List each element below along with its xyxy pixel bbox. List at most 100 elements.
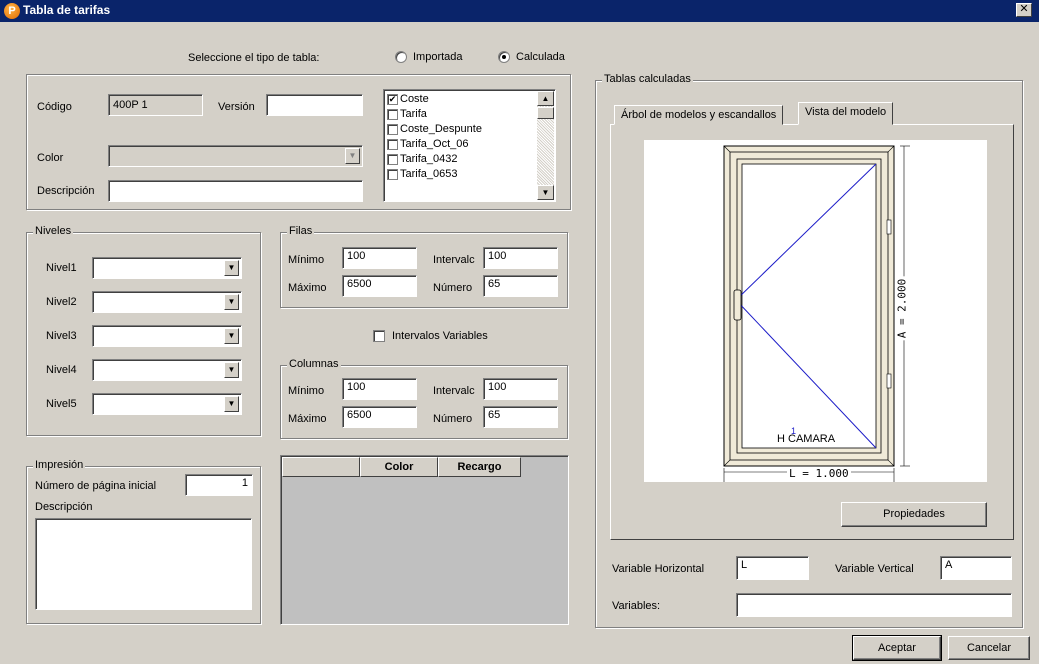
tariff-checkbox[interactable]	[387, 109, 398, 120]
columnas-intervalo-field[interactable]: 100	[483, 378, 558, 400]
pagina-inicial-field[interactable]: 1	[185, 474, 253, 496]
nivel-label: Nivel4	[46, 364, 77, 376]
tariff-checkbox[interactable]: ✔	[387, 94, 398, 105]
impresion-title: Impresión	[33, 459, 86, 471]
nivel-combobox[interactable]: ▼	[92, 393, 242, 415]
glass-marker: 1	[791, 426, 797, 436]
aceptar-button[interactable]: Aceptar	[852, 635, 942, 661]
model-preview: H CAMARA 1 L = 1.000 A = 2.000	[644, 140, 987, 482]
nivel-label: Nivel2	[46, 296, 77, 308]
variable-horizontal-field[interactable]: L	[736, 556, 809, 580]
grid-header-recargo[interactable]: Recargo	[438, 457, 521, 477]
chevron-down-icon[interactable]: ▼	[224, 362, 239, 378]
glass-label: H CAMARA	[777, 433, 836, 445]
impresion-descripcion-field[interactable]	[35, 518, 252, 610]
radio-importada-button[interactable]	[395, 51, 407, 63]
radio-calculada-label: Calculada	[516, 51, 565, 63]
color-label: Color	[37, 152, 64, 164]
variables-label: Variables:	[612, 600, 661, 612]
nivel-combobox[interactable]: ▼	[92, 359, 242, 381]
tariff-checkbox[interactable]	[387, 154, 398, 165]
title-bar: P Tabla de tarifas ✕	[0, 0, 1039, 22]
tariff-label: Coste_Despunte	[400, 123, 482, 135]
close-button[interactable]: ✕	[1016, 3, 1032, 17]
intervalos-variables-box[interactable]	[373, 330, 385, 342]
nivel-label: Nivel1	[46, 262, 77, 274]
propiedades-button[interactable]: Propiedades	[841, 502, 987, 527]
nivel-label: Nivel3	[46, 330, 77, 342]
filas-intervalo-field[interactable]: 100	[483, 247, 558, 269]
chevron-down-icon[interactable]: ▼	[224, 260, 239, 276]
columnas-minimo-label: Mínimo	[288, 385, 325, 397]
color-combobox: ▼	[108, 145, 363, 167]
columnas-numero-label: Número	[433, 413, 473, 425]
descripcion-label: Descripción	[37, 185, 95, 197]
filas-minimo-field[interactable]: 100	[342, 247, 417, 269]
tariff-label: Tarifa	[400, 108, 427, 120]
chevron-down-icon[interactable]: ▼	[224, 294, 239, 310]
width-dimension-label: L = 1.000	[787, 467, 851, 480]
tab-vista-modelo[interactable]: Vista del modelo	[798, 102, 894, 125]
radio-calculada-button[interactable]	[498, 51, 510, 63]
scroll-down-icon[interactable]: ▼	[537, 185, 554, 200]
niveles-title: Niveles	[33, 225, 74, 237]
radio-importada-label: Importada	[413, 51, 463, 63]
recargo-grid[interactable]: Color Recargo	[280, 455, 569, 625]
variables-field[interactable]	[736, 593, 1012, 617]
version-label: Versión	[218, 101, 255, 113]
height-dimension-label: A = 2.000	[895, 276, 909, 341]
scroll-up-icon[interactable]: ▲	[537, 91, 554, 106]
filas-numero-field[interactable]: 65	[483, 275, 558, 297]
table-type-label: Seleccione el tipo de tabla:	[188, 52, 320, 64]
variable-vertical-label: Variable Vertical	[835, 563, 914, 575]
columnas-intervalo-label: Intervalc	[433, 385, 475, 397]
tariff-label: Tarifa_0653	[400, 168, 458, 180]
columnas-minimo-field[interactable]: 100	[342, 378, 417, 400]
nivel-label: Nivel5	[46, 398, 77, 410]
descripcion-field[interactable]	[108, 180, 363, 202]
tariff-label: Tarifa_0432	[400, 153, 458, 165]
radio-calculada[interactable]: Calculada	[498, 50, 578, 66]
filas-maximo-field[interactable]: 6500	[342, 275, 417, 297]
nivel-combobox[interactable]: ▼	[92, 291, 242, 313]
filas-minimo-label: Mínimo	[288, 254, 325, 266]
chevron-down-icon[interactable]: ▼	[224, 328, 239, 344]
filas-intervalo-label: Intervalc	[433, 254, 475, 266]
tariff-label: Tarifa_Oct_06	[400, 138, 469, 150]
impresion-descripcion-label: Descripción	[35, 501, 93, 513]
grid-header-color[interactable]: Color	[360, 457, 438, 477]
window-title: Tabla de tarifas	[23, 3, 111, 17]
columnas-numero-field[interactable]: 65	[483, 406, 558, 428]
app-logo-icon: P	[4, 3, 20, 19]
tablas-calculadas-title: Tablas calculadas	[602, 73, 693, 85]
columnas-maximo-field[interactable]: 6500	[342, 406, 417, 428]
intervalos-variables-checkbox[interactable]: Intervalos Variables	[373, 330, 513, 344]
codigo-field: 400P 1	[108, 94, 203, 116]
pagina-inicial-label: Número de página inicial	[35, 480, 157, 492]
chevron-down-icon[interactable]: ▼	[224, 396, 239, 412]
columnas-title: Columnas	[287, 358, 341, 370]
nivel-combobox[interactable]: ▼	[92, 325, 242, 347]
columnas-maximo-label: Máximo	[288, 413, 327, 425]
filas-numero-label: Número	[433, 282, 473, 294]
filas-title: Filas	[287, 225, 315, 237]
window-drawing	[723, 145, 910, 482]
scroll-thumb[interactable]	[537, 107, 554, 119]
cancelar-button[interactable]: Cancelar	[948, 636, 1030, 660]
radio-selected-dot	[502, 55, 506, 59]
tariff-checklist[interactable]: ✔ Coste Tarifa Coste_Despunte Tarifa_Oct_06 T…	[383, 89, 556, 202]
tariff-checkbox[interactable]	[387, 169, 398, 180]
tariff-scrollbar[interactable]: ▲ ▼	[537, 91, 554, 200]
tariff-checkbox[interactable]	[387, 124, 398, 135]
chevron-down-icon: ▼	[345, 148, 360, 164]
codigo-label: Código	[37, 101, 72, 113]
nivel-combobox[interactable]: ▼	[92, 257, 242, 279]
version-field[interactable]	[266, 94, 363, 116]
radio-importada[interactable]: Importada	[395, 50, 475, 66]
tab-arbol-modelos[interactable]: Árbol de modelos y escandallos	[614, 105, 784, 125]
variable-vertical-field[interactable]: A	[940, 556, 1012, 580]
intervalos-variables-label: Intervalos Variables	[392, 330, 488, 342]
filas-maximo-label: Máximo	[288, 282, 327, 294]
tariff-checkbox[interactable]	[387, 139, 398, 150]
grid-header-blank	[282, 457, 360, 477]
